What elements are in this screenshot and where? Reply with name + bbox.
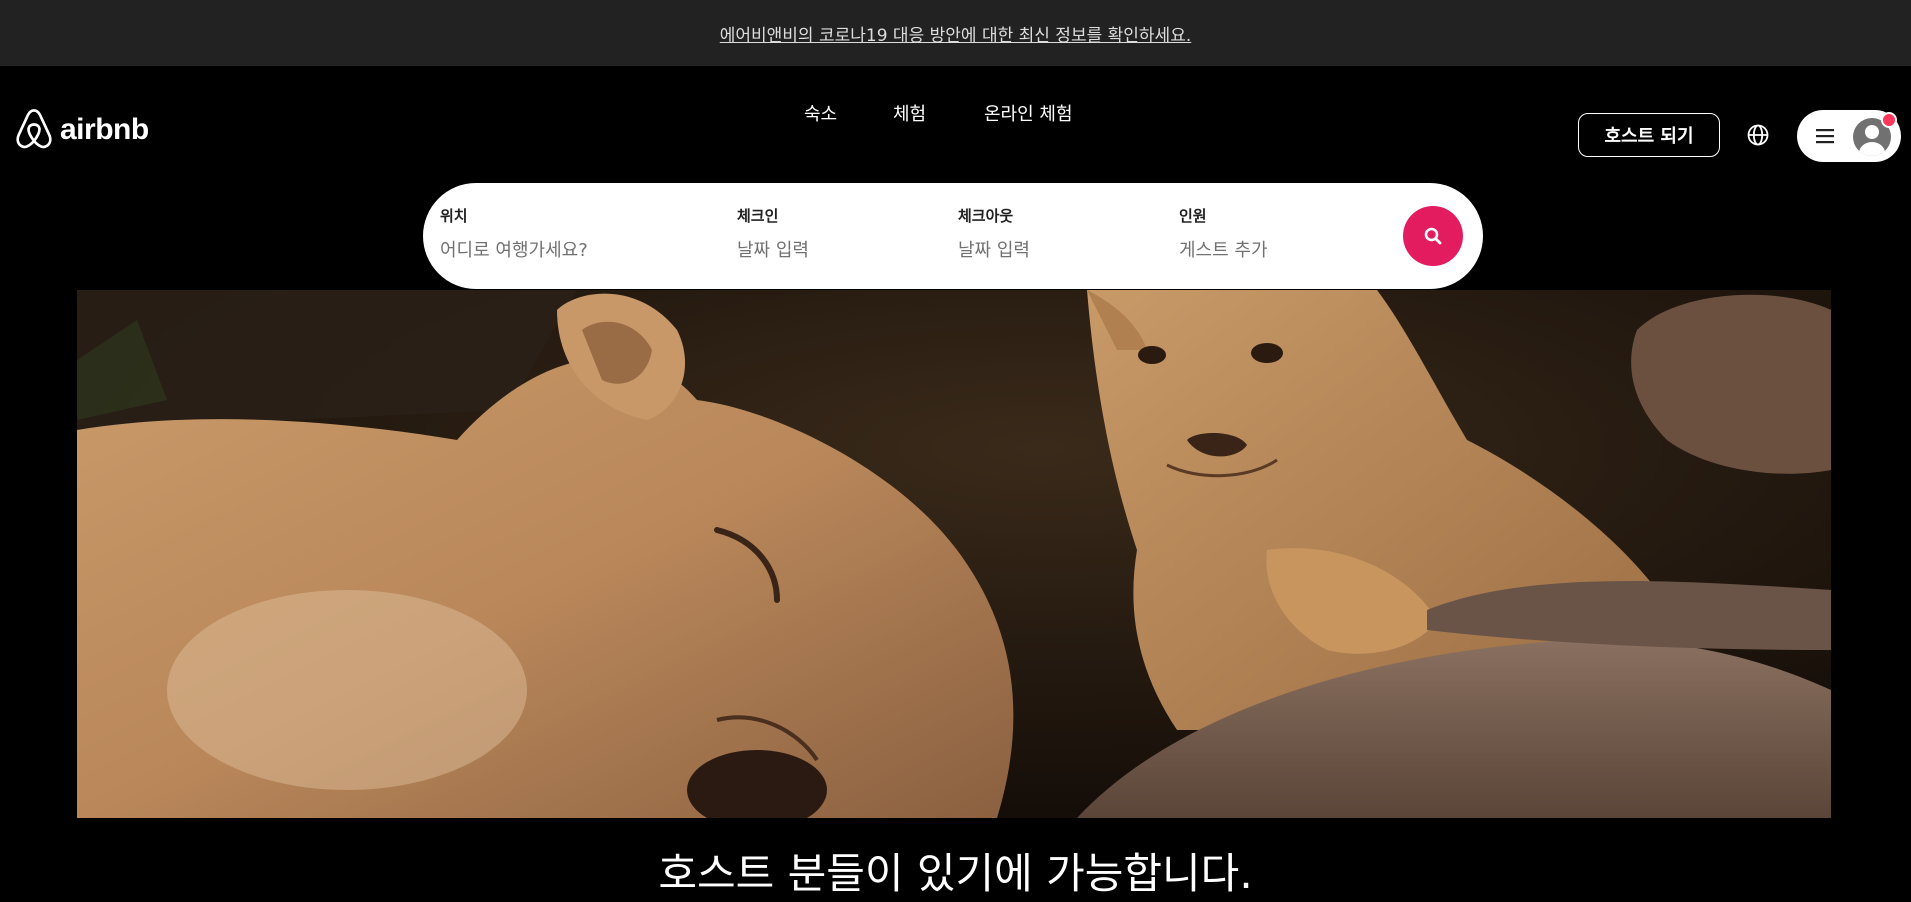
hero-tagline: 호스트 분들이 있기에 가능합니다. [658,849,1253,898]
location-label: 위치 [440,207,468,225]
search-icon [1424,227,1442,245]
search-button[interactable] [1403,206,1463,266]
guests-label: 인원 [1179,207,1207,225]
user-menu-button[interactable] [1797,110,1901,162]
nav-experiences[interactable]: 체험 [893,100,926,126]
nav-online-experiences[interactable]: 온라인 체험 [984,100,1073,126]
globe-icon[interactable] [1746,123,1770,147]
guests-field[interactable]: 인원 게스트 추가 [1179,205,1268,262]
logo-wordmark: airbnb [60,113,149,146]
airbnb-logo-icon [16,109,52,149]
hero-image [77,290,1831,818]
checkout-field[interactable]: 체크아웃 날짜 입력 [958,205,1030,262]
nav-stays[interactable]: 숙소 [804,100,837,126]
checkout-label: 체크아웃 [958,207,1014,225]
checkin-label: 체크인 [737,207,779,225]
covid-banner: 에어비앤비의 코로나19 대응 방안에 대한 최신 정보를 확인하세요. [0,0,1911,66]
header: airbnb 숙소 체험 온라인 체험 호스트 되기 위치 어디로 여행가세요? [0,66,1911,290]
search-bar: 위치 어디로 여행가세요? 체크인 날짜 입력 체크아웃 날짜 입력 인원 게스… [423,183,1483,289]
become-host-button[interactable]: 호스트 되기 [1578,113,1720,157]
checkin-input[interactable]: 날짜 입력 [737,236,809,262]
location-input[interactable]: 어디로 여행가세요? [440,236,588,262]
covid-info-link[interactable]: 에어비앤비의 코로나19 대응 방안에 대한 최신 정보를 확인하세요. [720,21,1192,46]
location-field[interactable]: 위치 어디로 여행가세요? [440,205,588,262]
guests-input[interactable]: 게스트 추가 [1179,236,1268,262]
airbnb-logo[interactable]: airbnb [14,108,149,152]
checkin-field[interactable]: 체크인 날짜 입력 [737,205,809,262]
hamburger-menu-icon [1816,129,1834,144]
checkout-input[interactable]: 날짜 입력 [958,236,1030,262]
notification-dot [1881,112,1897,128]
